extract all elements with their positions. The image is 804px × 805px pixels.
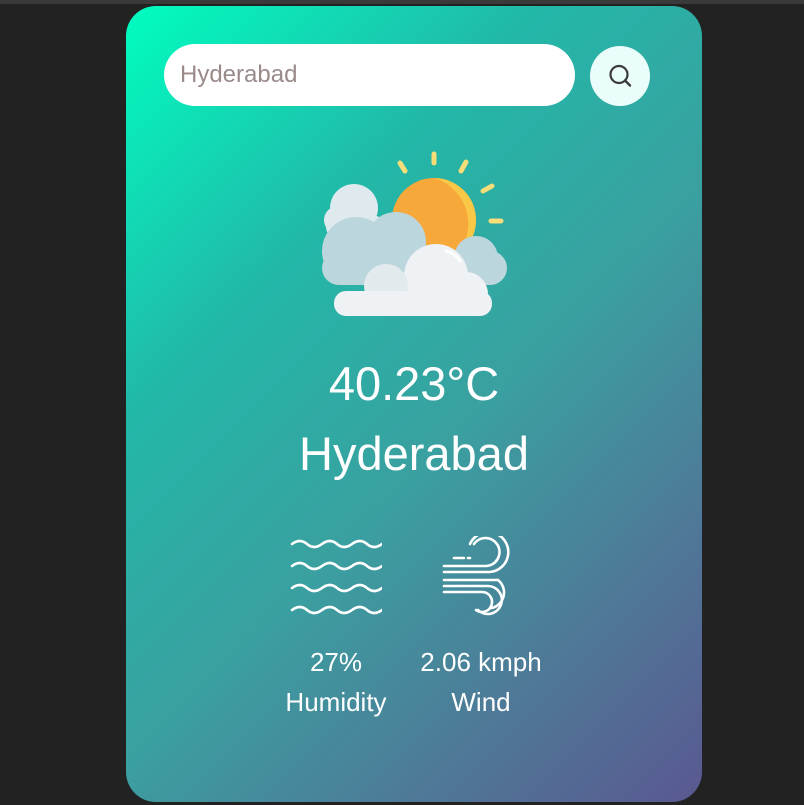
search-bar <box>164 44 575 106</box>
wind-stat: 2.06 kmph Wind <box>406 642 556 722</box>
wind-label: Wind <box>451 687 511 717</box>
humidity-label: Humidity <box>285 687 387 717</box>
humidity-waves-icon <box>290 539 382 615</box>
city-name: Hyderabad <box>299 427 529 480</box>
wind-icon <box>442 536 510 616</box>
search-icon <box>609 64 632 87</box>
search-button[interactable] <box>590 46 650 106</box>
weather-card: 40.23°C Hyderabad 27% Humidity 2.06 kmph… <box>126 6 702 802</box>
wind-value: 2.06 kmph <box>420 647 542 677</box>
humidity-stat: 27% Humidity <box>276 642 396 722</box>
partly-cloudy-sun-icon <box>322 151 507 316</box>
search-input[interactable] <box>180 44 560 106</box>
window-top-border <box>0 0 804 4</box>
temperature: 40.23°C <box>328 357 500 410</box>
humidity-value: 27% <box>309 647 363 677</box>
